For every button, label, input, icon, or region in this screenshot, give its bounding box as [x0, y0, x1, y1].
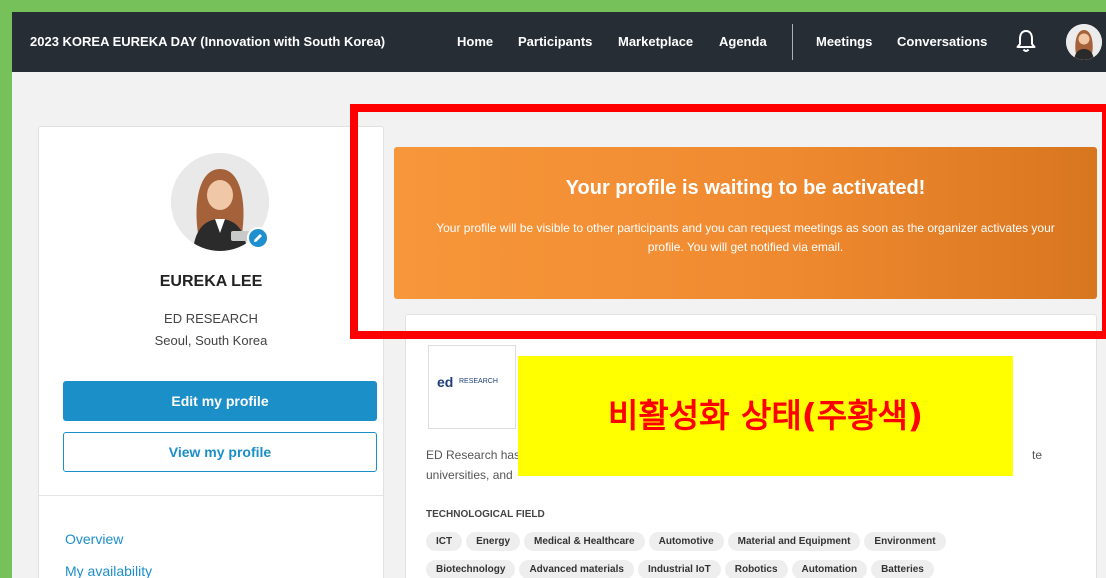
- user-avatar[interactable]: [1066, 24, 1102, 60]
- tag-row-2: Biotechnology Advanced materials Industria…: [426, 559, 1066, 578]
- logo-mark: ed: [437, 374, 454, 390]
- annotation-label: 비활성화 상태(주황색): [518, 356, 1013, 476]
- bell-icon[interactable]: [1015, 29, 1037, 53]
- company-logo: ed RESEARCH: [428, 345, 516, 429]
- sidebar-item-overview[interactable]: Overview: [65, 531, 123, 547]
- pencil-icon[interactable]: [247, 227, 269, 249]
- profile-location: Seoul, South Korea: [154, 333, 268, 348]
- app-frame: 2023 KOREA EUREKA DAY (Innovation with S…: [12, 12, 1106, 578]
- tag-item: Energy: [466, 532, 521, 551]
- tag-item: ICT: [426, 532, 463, 551]
- sidebar-divider: [39, 495, 383, 496]
- banner-text: Your profile will be visible to other pa…: [436, 221, 1055, 254]
- logo-subtext: RESEARCH: [459, 378, 498, 385]
- nav-participants[interactable]: Participants: [518, 12, 592, 72]
- tag-item: Automotive: [648, 532, 724, 551]
- nav-divider: [792, 24, 793, 60]
- profile-organization: ED RESEARCH: [164, 311, 258, 326]
- tag-item: Automation: [791, 560, 868, 578]
- edit-profile-button[interactable]: Edit my profile: [63, 381, 377, 421]
- sidebar-item-availability[interactable]: My availability: [65, 563, 152, 578]
- profile-sidebar: EUREKA LEE ED RESEARCH Seoul, South Kore…: [38, 126, 384, 578]
- tag-row-1: ICT Energy Medical & Healthcare Automotive M…: [426, 531, 1066, 559]
- tag-item: Industrial IoT: [637, 560, 721, 578]
- technological-field-label: TECHNOLOGICAL FIELD: [426, 509, 545, 520]
- technological-field-tags: ICT Energy Medical & Healthcare Automotive M…: [426, 531, 1066, 578]
- view-profile-button[interactable]: View my profile: [63, 432, 377, 472]
- tag-item: Batteries: [871, 560, 934, 578]
- company-description-tail: te: [1031, 448, 1042, 462]
- nav-marketplace[interactable]: Marketplace: [618, 12, 693, 72]
- company-description-start: ED Research has: [426, 448, 521, 462]
- tag-item: Material and Equipment: [727, 532, 861, 551]
- tag-item: Medical & Healthcare: [524, 532, 645, 551]
- tag-item: Robotics: [724, 560, 788, 578]
- event-title[interactable]: 2023 KOREA EUREKA DAY (Innovation with S…: [30, 12, 385, 72]
- nav-conversations[interactable]: Conversations: [897, 12, 987, 72]
- nav-home[interactable]: Home: [457, 12, 493, 72]
- tag-item: Environment: [864, 532, 946, 551]
- tag-item: Advanced materials: [519, 560, 634, 578]
- nav-meetings[interactable]: Meetings: [816, 12, 872, 72]
- nav-agenda[interactable]: Agenda: [719, 12, 767, 72]
- top-navigation-bar: 2023 KOREA EUREKA DAY (Innovation with S…: [12, 12, 1106, 72]
- tag-item: Biotechnology: [426, 560, 516, 578]
- activation-banner: Your profile is waiting to be activated!…: [394, 147, 1097, 299]
- profile-name: EUREKA LEE: [159, 273, 263, 290]
- banner-title: Your profile is waiting to be activated!: [565, 177, 926, 199]
